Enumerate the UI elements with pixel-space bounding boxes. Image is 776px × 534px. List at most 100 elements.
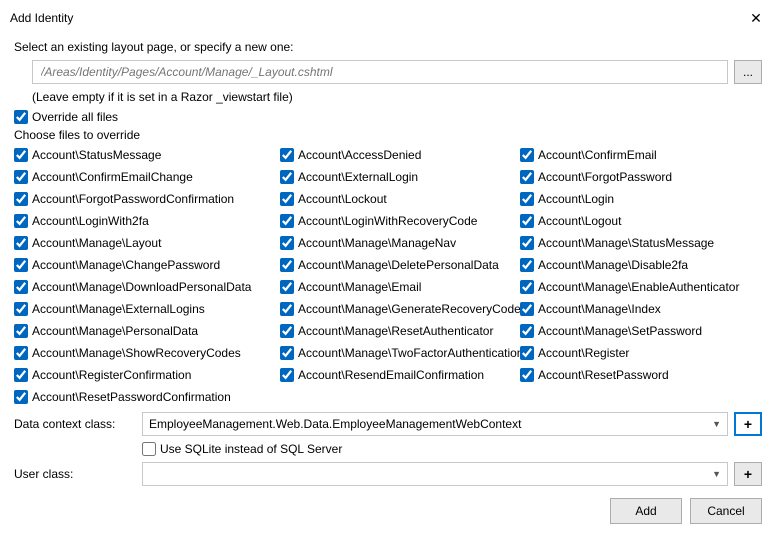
file-checkbox[interactable]	[520, 324, 534, 338]
user-class-label: User class:	[14, 467, 134, 481]
file-checkbox[interactable]	[14, 258, 28, 272]
file-label: Account\Manage\EnableAuthenticator	[538, 280, 739, 294]
file-checkbox[interactable]	[280, 214, 294, 228]
add-button[interactable]: Add	[610, 498, 682, 524]
files-grid: Account\StatusMessage Account\AccessDenie…	[14, 146, 762, 406]
file-checkbox[interactable]	[280, 192, 294, 206]
file-checkbox[interactable]	[520, 214, 534, 228]
file-checkbox[interactable]	[14, 148, 28, 162]
file-item: Account\ForgotPasswordConfirmation	[14, 190, 280, 208]
file-item: Account\Manage\StatusMessage	[520, 234, 760, 252]
sqlite-label: Use SQLite instead of SQL Server	[160, 442, 342, 456]
file-checkbox[interactable]	[280, 302, 294, 316]
file-item: Account\LoginWith2fa	[14, 212, 280, 230]
file-label: Account\Lockout	[298, 192, 387, 206]
file-label: Account\Manage\StatusMessage	[538, 236, 714, 250]
file-item: Account\ResetPassword	[520, 366, 760, 384]
file-checkbox[interactable]	[520, 280, 534, 294]
file-item: Account\Manage\Disable2fa	[520, 256, 760, 274]
override-all-label: Override all files	[32, 110, 118, 124]
file-label: Account\Manage\Index	[538, 302, 661, 316]
close-icon[interactable]: ✕	[736, 6, 776, 30]
file-checkbox[interactable]	[520, 236, 534, 250]
file-item: Account\Manage\ExternalLogins	[14, 300, 280, 318]
file-item: Account\Manage\Index	[520, 300, 760, 318]
file-item: Account\Lockout	[280, 190, 520, 208]
file-label: Account\Manage\DeletePersonalData	[298, 258, 499, 272]
file-label: Account\ForgotPasswordConfirmation	[32, 192, 234, 206]
file-item: Account\Manage\ChangePassword	[14, 256, 280, 274]
file-checkbox[interactable]	[14, 170, 28, 184]
file-label: Account\StatusMessage	[32, 148, 161, 162]
user-class-dropdown[interactable]: ▼	[142, 462, 728, 486]
file-checkbox[interactable]	[280, 148, 294, 162]
file-checkbox[interactable]	[520, 346, 534, 360]
file-checkbox[interactable]	[14, 236, 28, 250]
file-item: Account\Logout	[520, 212, 760, 230]
file-item: Account\ExternalLogin	[280, 168, 520, 186]
file-checkbox[interactable]	[280, 324, 294, 338]
file-checkbox[interactable]	[280, 170, 294, 184]
file-item: Account\Manage\TwoFactorAuthentication	[280, 344, 520, 362]
file-checkbox[interactable]	[520, 368, 534, 382]
file-item: Account\Register	[520, 344, 760, 362]
file-label: Account\Manage\TwoFactorAuthentication	[298, 346, 520, 360]
file-checkbox[interactable]	[14, 324, 28, 338]
layout-prompt: Select an existing layout page, or speci…	[14, 40, 762, 54]
file-checkbox[interactable]	[280, 258, 294, 272]
file-checkbox[interactable]	[280, 368, 294, 382]
file-label: Account\Manage\ShowRecoveryCodes	[32, 346, 241, 360]
file-item: Account\Manage\EnableAuthenticator	[520, 278, 760, 296]
file-checkbox[interactable]	[520, 148, 534, 162]
add-data-context-button[interactable]: +	[734, 412, 762, 436]
file-item: Account\AccessDenied	[280, 146, 520, 164]
file-item: Account\StatusMessage	[14, 146, 280, 164]
file-checkbox[interactable]	[14, 368, 28, 382]
file-item: Account\ConfirmEmail	[520, 146, 760, 164]
file-item: Account\Manage\DownloadPersonalData	[14, 278, 280, 296]
layout-hint: (Leave empty if it is set in a Razor _vi…	[32, 90, 762, 104]
add-user-class-button[interactable]: +	[734, 462, 762, 486]
file-checkbox[interactable]	[520, 192, 534, 206]
file-checkbox[interactable]	[14, 192, 28, 206]
file-checkbox[interactable]	[14, 346, 28, 360]
browse-button[interactable]: ...	[734, 60, 762, 84]
file-checkbox[interactable]	[14, 302, 28, 316]
file-label: Account\LoginWith2fa	[32, 214, 149, 228]
file-label: Account\ConfirmEmailChange	[32, 170, 193, 184]
sqlite-checkbox[interactable]	[142, 442, 156, 456]
file-checkbox[interactable]	[14, 280, 28, 294]
file-label: Account\Manage\PersonalData	[32, 324, 198, 338]
file-item: Account\Login	[520, 190, 760, 208]
layout-path-input[interactable]	[32, 60, 728, 84]
file-checkbox[interactable]	[520, 302, 534, 316]
file-label: Account\Manage\ExternalLogins	[32, 302, 205, 316]
file-checkbox[interactable]	[280, 236, 294, 250]
file-label: Account\ExternalLogin	[298, 170, 418, 184]
data-context-dropdown[interactable]: EmployeeManagement.Web.Data.EmployeeMana…	[142, 412, 728, 436]
file-checkbox[interactable]	[520, 170, 534, 184]
file-checkbox[interactable]	[280, 346, 294, 360]
file-label: Account\Register	[538, 346, 629, 360]
file-label: Account\Manage\SetPassword	[538, 324, 702, 338]
file-item: Account\Manage\ResetAuthenticator	[280, 322, 520, 340]
data-context-value: EmployeeManagement.Web.Data.EmployeeMana…	[149, 417, 521, 431]
file-checkbox[interactable]	[14, 214, 28, 228]
file-label: Account\Manage\Disable2fa	[538, 258, 688, 272]
file-checkbox[interactable]	[14, 390, 28, 404]
file-checkbox[interactable]	[520, 258, 534, 272]
cancel-button[interactable]: Cancel	[690, 498, 762, 524]
file-label: Account\Manage\GenerateRecoveryCodes	[298, 302, 520, 316]
file-item: Account\ForgotPassword	[520, 168, 760, 186]
file-item	[520, 388, 760, 406]
choose-files-label: Choose files to override	[14, 128, 762, 142]
file-label: Account\Manage\Email	[298, 280, 421, 294]
override-all-checkbox[interactable]	[14, 110, 28, 124]
file-item: Account\ResendEmailConfirmation	[280, 366, 520, 384]
file-item: Account\ConfirmEmailChange	[14, 168, 280, 186]
file-label: Account\Manage\ManageNav	[298, 236, 456, 250]
file-checkbox[interactable]	[280, 280, 294, 294]
file-item: Account\Manage\DeletePersonalData	[280, 256, 520, 274]
file-label: Account\Logout	[538, 214, 621, 228]
file-item: Account\Manage\PersonalData	[14, 322, 280, 340]
